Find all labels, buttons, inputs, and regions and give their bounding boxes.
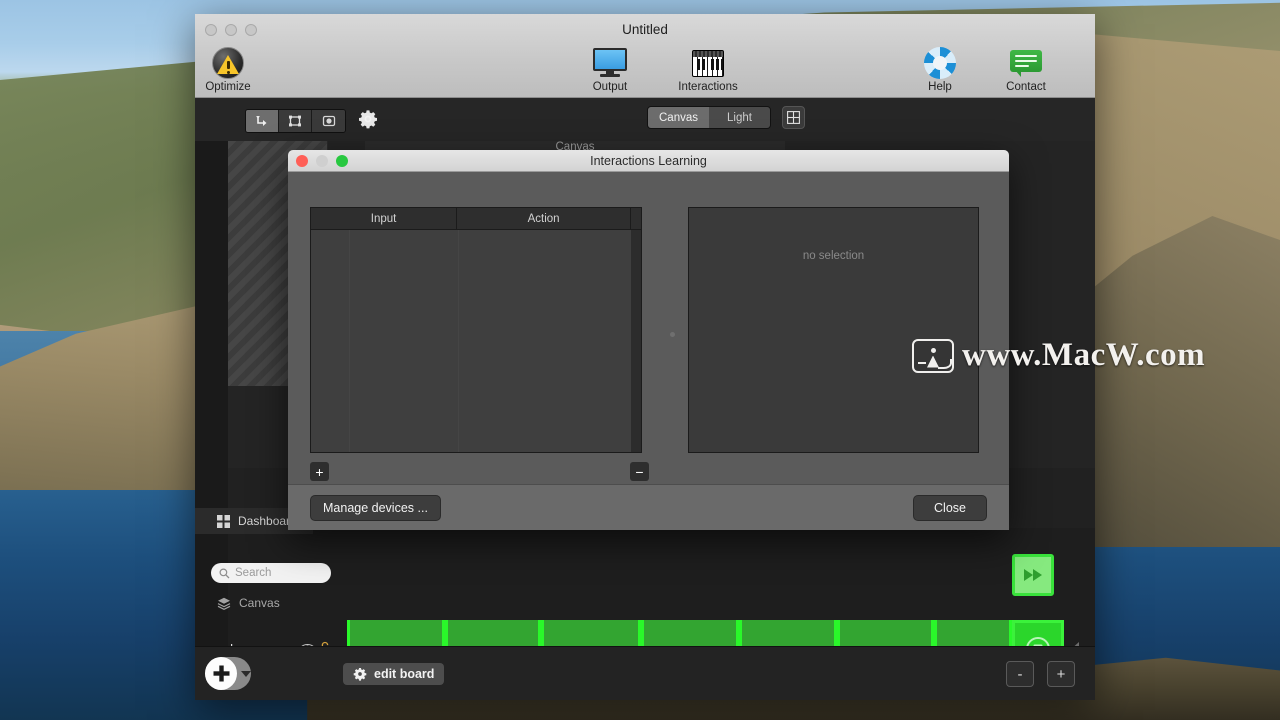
toolbar-item-optimize[interactable]: Optimize xyxy=(195,46,271,93)
zoom-out-button[interactable]: - xyxy=(1006,661,1034,687)
edit-board-label: edit board xyxy=(374,667,435,681)
add-button-group[interactable] xyxy=(205,657,251,690)
toolbar-label-interactions: Interactions xyxy=(678,81,738,93)
search-input[interactable]: Search xyxy=(211,563,331,583)
search-placeholder: Search xyxy=(235,567,272,579)
caret-down-icon[interactable] xyxy=(241,670,251,677)
editor-toolbar: Canvas Light xyxy=(195,98,1095,141)
midi-keyboard-icon xyxy=(665,46,751,80)
gear-icon xyxy=(359,110,377,129)
move-tool-button[interactable] xyxy=(246,110,279,132)
record-dot-icon xyxy=(322,115,335,127)
arrow-move-icon xyxy=(256,116,267,126)
manage-devices-button[interactable]: Manage devices ... xyxy=(310,495,441,521)
warning-disc-icon xyxy=(195,46,271,80)
crop-frame-icon xyxy=(289,115,301,127)
frame-tool-button[interactable] xyxy=(279,110,312,132)
add-button[interactable] xyxy=(205,657,237,690)
column-header-input[interactable]: Input xyxy=(311,208,458,229)
zoom-in-button[interactable]: + xyxy=(1047,661,1075,687)
table-body-empty[interactable] xyxy=(311,230,641,452)
view-mode-light[interactable]: Light xyxy=(709,107,770,128)
dialog-traffic-lights[interactable] xyxy=(296,155,348,167)
close-dialog-button[interactable]: Close xyxy=(913,495,987,521)
fast-forward-icon xyxy=(1024,569,1042,581)
dialog-minimize-button xyxy=(316,155,328,167)
edit-board-button[interactable]: edit board xyxy=(343,663,445,685)
search-icon xyxy=(219,568,230,578)
toolbar-label-optimize: Optimize xyxy=(205,81,251,93)
monitor-icon xyxy=(567,46,653,80)
interactions-learning-dialog: Interactions Learning Input Action no se… xyxy=(288,150,1009,530)
view-mode-segmented-control[interactable]: Canvas Light xyxy=(647,106,771,129)
sidebar-item-canvas[interactable]: Canvas xyxy=(195,592,355,614)
main-toolbar: Optimize Output Interactions Help Contac… xyxy=(195,46,1095,102)
window-titlebar: Untitled Optimize Output Interactions He… xyxy=(195,14,1095,98)
toolbar-item-contact[interactable]: Contact xyxy=(983,46,1069,93)
speech-bubble-icon xyxy=(983,46,1069,80)
editor-settings-button[interactable] xyxy=(357,106,379,132)
tool-mode-segmented-control[interactable] xyxy=(245,109,346,133)
column-header-spacer xyxy=(631,208,641,229)
add-interaction-button[interactable]: + xyxy=(310,462,329,481)
remove-interaction-button[interactable]: − xyxy=(630,462,649,481)
dialog-title: Interactions Learning xyxy=(590,154,707,168)
window-title: Untitled xyxy=(622,22,668,37)
dialog-titlebar: Interactions Learning xyxy=(288,150,1009,172)
desktop-wallpaper: Untitled Optimize Output Interactions He… xyxy=(0,0,1280,720)
dialog-content: Input Action no selection + − xyxy=(288,172,1009,484)
bottom-bar: edit board - + xyxy=(195,646,1095,700)
dialog-footer: Manage devices ... Close xyxy=(288,484,1009,530)
toolbar-item-output[interactable]: Output xyxy=(567,46,653,93)
toolbar-label-contact: Contact xyxy=(1006,81,1046,93)
toolbar-label-output: Output xyxy=(592,81,628,93)
selection-detail-panel: no selection xyxy=(688,207,979,453)
resize-divider-dot[interactable] xyxy=(670,332,675,337)
grid-view-icon xyxy=(787,111,800,124)
selection-empty-label: no selection xyxy=(802,250,865,262)
gear-icon xyxy=(353,667,367,681)
life-ring-icon xyxy=(897,46,983,80)
toolbar-item-help[interactable]: Help xyxy=(897,46,983,93)
table-header-row: Input Action xyxy=(311,208,641,230)
fast-forward-button[interactable] xyxy=(1012,554,1054,596)
layers-icon xyxy=(217,597,231,610)
view-mode-canvas[interactable]: Canvas xyxy=(648,107,709,128)
table-vertical-scrollbar[interactable] xyxy=(631,230,641,452)
dialog-zoom-button[interactable] xyxy=(336,155,348,167)
toolbar-item-interactions[interactable]: Interactions xyxy=(665,46,751,93)
record-tool-button[interactable] xyxy=(312,110,345,132)
grid-dashboard-icon xyxy=(217,514,230,528)
column-header-action[interactable]: Action xyxy=(457,208,632,229)
plus-icon xyxy=(213,665,229,682)
dialog-close-button[interactable] xyxy=(296,155,308,167)
toolbar-label-help: Help xyxy=(928,81,952,93)
sidebar-label-canvas: Canvas xyxy=(239,596,280,610)
interactions-table[interactable]: Input Action xyxy=(310,207,642,453)
left-rail xyxy=(195,141,228,700)
grid-view-button[interactable] xyxy=(782,106,805,129)
